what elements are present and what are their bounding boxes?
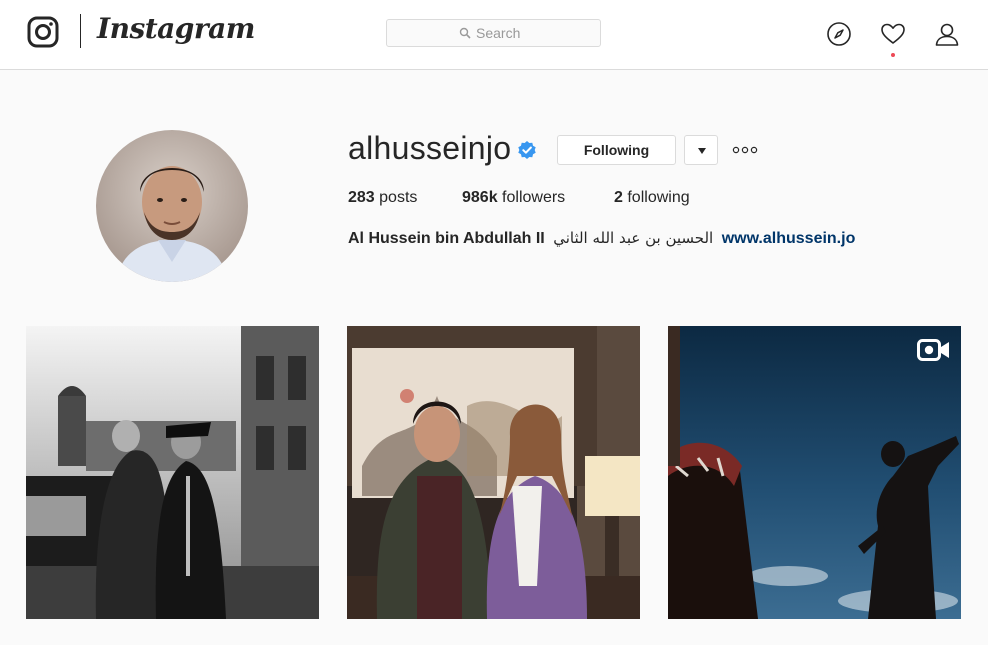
search-box[interactable] — [386, 19, 601, 47]
avatar-portrait-image — [96, 130, 248, 282]
post-thumbnail-1[interactable] — [26, 326, 319, 619]
followers-label: followers — [502, 189, 566, 206]
following-count: 2 — [614, 189, 623, 206]
heart-icon[interactable] — [880, 21, 906, 47]
website-link[interactable]: www.alhussein.jo — [722, 230, 856, 247]
instagram-wordmark-logo[interactable]: Instagram — [97, 12, 255, 45]
followers-stat[interactable]: 986k followers — [462, 189, 565, 207]
notification-dot — [891, 53, 895, 57]
posts-count: 283 — [348, 189, 375, 206]
verified-badge-icon — [518, 141, 536, 159]
top-nav-bar: Instagram — [0, 0, 988, 70]
followers-count: 986k — [462, 189, 498, 206]
arabic-name: الحسين بن عبد الله الثاني — [553, 229, 714, 247]
instagram-camera-logo-icon[interactable] — [27, 16, 59, 48]
logo-divider — [80, 14, 81, 48]
post-image-1 — [26, 326, 319, 619]
compass-icon[interactable] — [826, 21, 852, 47]
following-label: following — [627, 189, 690, 206]
post-thumbnail-2[interactable] — [347, 326, 640, 619]
caret-down-icon — [698, 148, 706, 154]
posts-stat: 283 posts — [348, 189, 417, 207]
video-camera-icon — [917, 339, 949, 361]
profile-avatar[interactable] — [96, 130, 248, 282]
full-name: Al Hussein bin Abdullah II — [348, 230, 545, 247]
posts-label: posts — [379, 189, 418, 206]
profile-username: alhusseinjo — [348, 130, 512, 166]
suggestions-dropdown-button[interactable] — [684, 135, 718, 165]
following-button[interactable]: Following — [557, 135, 676, 165]
profile-bio: Al Hussein bin Abdullah II الحسين بن عبد… — [348, 229, 855, 248]
user-icon[interactable] — [934, 21, 960, 47]
following-stat[interactable]: 2 following — [614, 189, 690, 207]
post-image-2 — [347, 326, 640, 619]
search-input[interactable] — [387, 20, 600, 46]
post-image-3 — [668, 326, 961, 619]
more-options-icon[interactable] — [731, 145, 759, 155]
post-thumbnail-3[interactable] — [668, 326, 961, 619]
